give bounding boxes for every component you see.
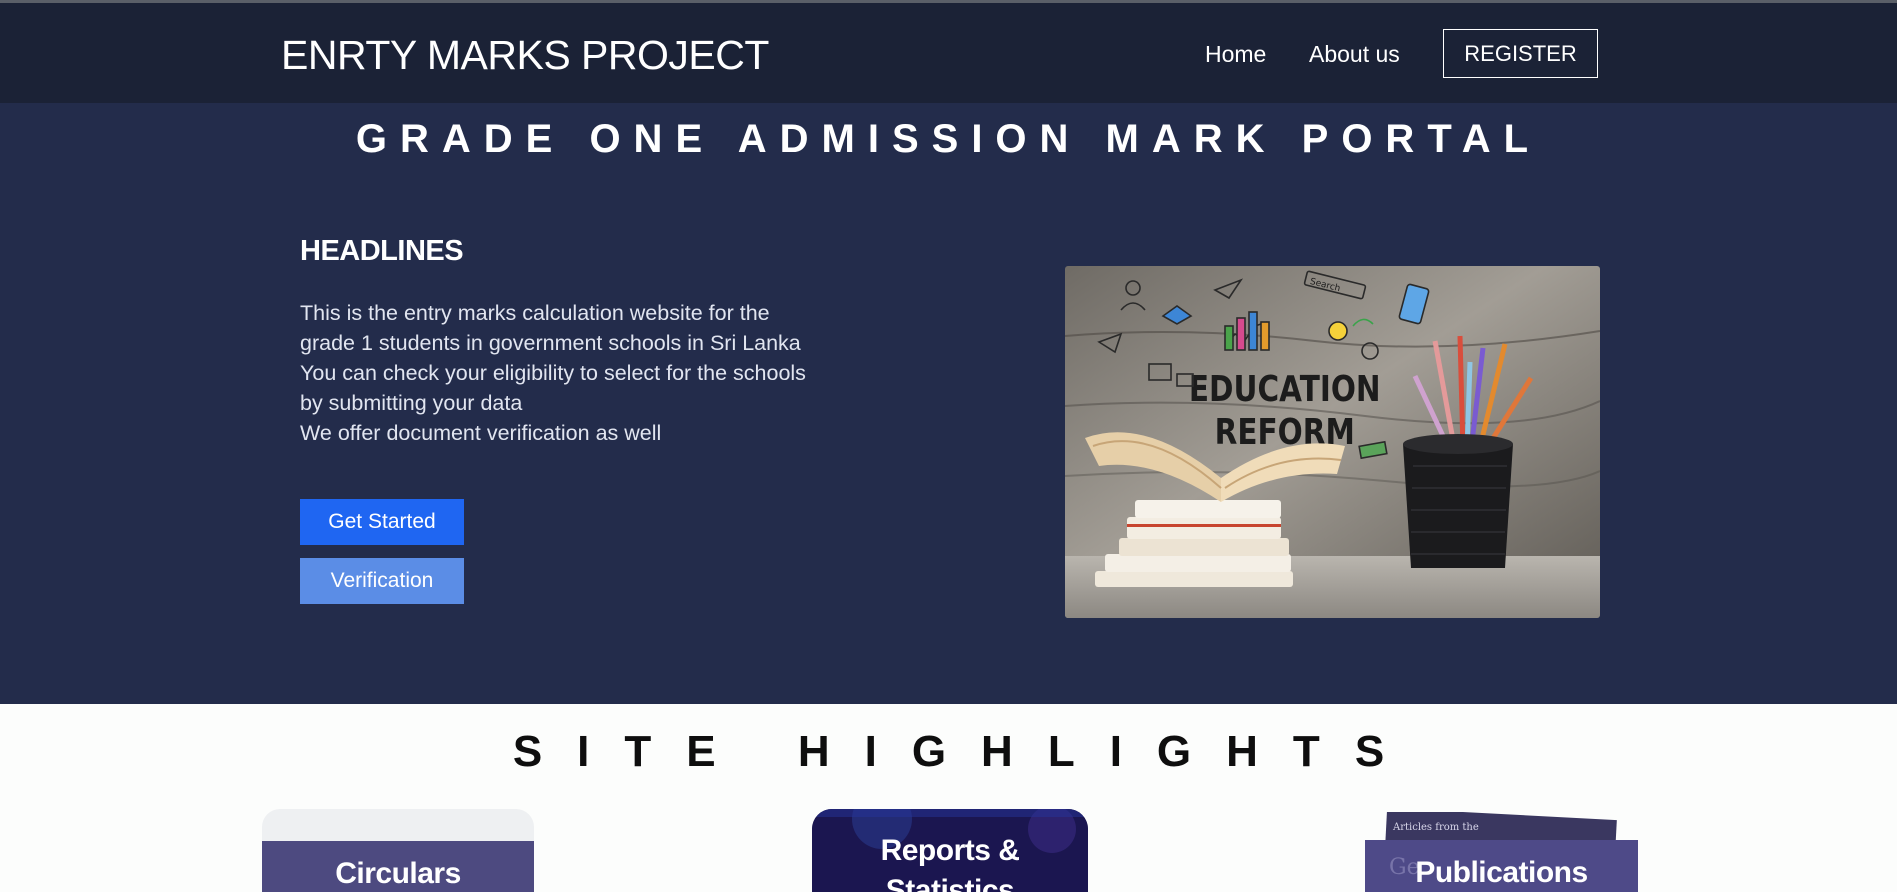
headlines-heading: HEADLINES: [300, 235, 464, 267]
publications-card-label: Publications: [1415, 856, 1588, 889]
magazine-text: Articles from the: [1392, 822, 1479, 833]
portal-title: GRADE ONE ADMISSION MARK PORTAL: [355, 117, 1542, 161]
circulars-card[interactable]: Circulars: [262, 809, 534, 892]
headline-line: This is the entry marks calculation webs…: [300, 301, 770, 325]
headline-line: We offer document verification as well: [300, 421, 662, 445]
verification-button[interactable]: Verification: [300, 558, 464, 604]
image-text-education: EDUCATION: [1189, 367, 1381, 410]
hero-section: GRADE ONE ADMISSION MARK PORTAL HEADLINE…: [0, 103, 1897, 704]
headlines-text: This is the entry marks calculation webs…: [300, 298, 860, 448]
education-reform-illustration: EDUCATION REFORM Search: [1065, 266, 1600, 618]
register-button[interactable]: REGISTER: [1443, 29, 1598, 78]
site-highlights-title: SITE HIGHLIGHTS: [512, 727, 1420, 776]
nav-home-link[interactable]: Home: [1205, 41, 1266, 68]
publications-card[interactable]: Articles from the Ge Publications: [1365, 812, 1638, 892]
reports-card-label: Reports &: [880, 834, 1020, 867]
headline-line: grade 1 students in government schools i…: [300, 331, 801, 355]
circulars-card-label: Circulars: [335, 857, 461, 890]
get-started-button[interactable]: Get Started: [300, 499, 464, 545]
brand-logo-text[interactable]: ENRTY MARKS PROJECT: [281, 32, 769, 79]
headline-line: by submitting your data: [300, 391, 523, 415]
headline-line: You can check your eligibility to select…: [300, 361, 806, 385]
education-reform-image: EDUCATION REFORM Search: [1065, 266, 1600, 618]
reports-statistics-card[interactable]: Reports & Statistics: [812, 809, 1088, 892]
nav-about-link[interactable]: About us: [1309, 41, 1400, 68]
navbar: ENRTY MARKS PROJECT Home About us REGIST…: [0, 3, 1897, 103]
reports-card-label-line2: Statistics: [885, 874, 1015, 892]
